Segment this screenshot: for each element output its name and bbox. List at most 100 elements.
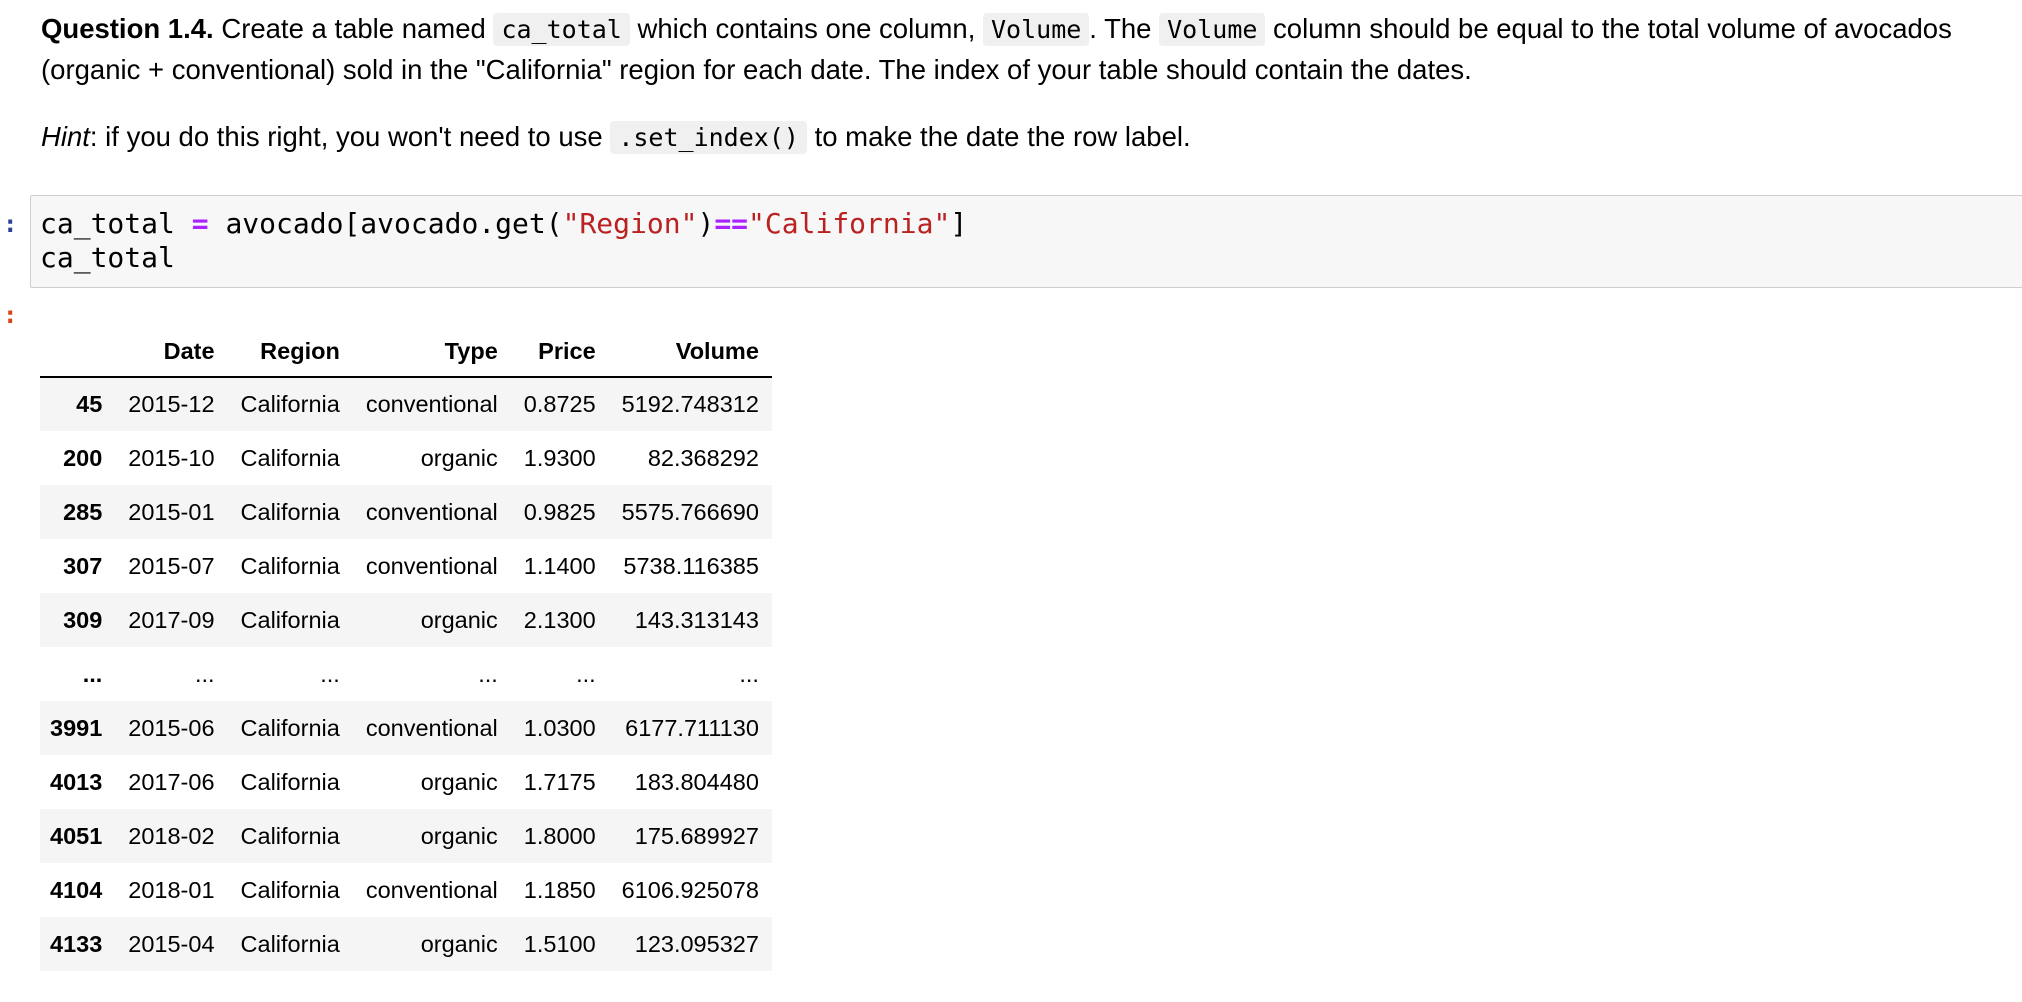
cell-price: 2.1300 <box>523 606 596 633</box>
column-header-region: Region <box>227 326 353 378</box>
table-row: 4133 2015-04 California organic 1.5100 123.09… <box>40 917 772 971</box>
table-row: 285 2015-01 California conventional 0.9825 55… <box>40 485 772 539</box>
code-token-string: "Region" <box>562 207 698 240</box>
question-label: Question 1.4. <box>41 13 214 44</box>
cell-region: California <box>240 768 340 795</box>
cell-price: 1.5100 <box>523 930 596 957</box>
inline-code-set-index: .set_index() <box>610 121 807 154</box>
cell-volume: 143.313143 <box>634 606 759 633</box>
cell-date: 2015-12 <box>128 391 215 417</box>
cell-region: California <box>240 498 340 525</box>
cell-region: ... <box>320 660 340 687</box>
cell-type: organic <box>420 768 498 795</box>
markdown-cell: Question 1.4. Create a table named ca_to… <box>41 0 2001 158</box>
cell-region: California <box>240 876 340 903</box>
output-prompt: : <box>3 301 18 329</box>
cell-volume: 5575.766690 <box>621 498 759 525</box>
question-text: Question 1.4. Create a table named ca_to… <box>41 13 1952 85</box>
code-token-obj: avocado[avocado.get( <box>225 207 563 240</box>
cell-date: 2018-02 <box>128 822 215 849</box>
cell-type: conventional <box>365 552 498 579</box>
row-index: 45 <box>76 391 103 417</box>
cell-date: 2015-01 <box>128 498 215 525</box>
cell-volume: 82.368292 <box>647 444 759 471</box>
cell-price: 1.1400 <box>523 552 596 579</box>
hint-text: Hint: if you do this right, you won't ne… <box>41 121 1191 154</box>
cell-region: California <box>240 714 340 741</box>
cell-region: California <box>240 444 340 471</box>
code-cell-input[interactable]: ca_total = avocado[avocado.get("Region")… <box>30 195 2022 288</box>
cell-region: California <box>240 552 340 579</box>
column-header-type: Type <box>352 326 511 378</box>
table-row: 45 2015-12 California conventional 0.8725 519… <box>40 377 772 431</box>
cell-region: California <box>240 930 340 957</box>
column-header-price: Price <box>510 326 609 378</box>
row-index: 285 <box>63 498 103 525</box>
input-prompt: : <box>3 210 18 238</box>
row-index: ... <box>82 660 103 687</box>
inline-code-volume: Volume <box>1159 13 1266 46</box>
cell-price: 1.8000 <box>523 822 596 849</box>
row-index: 3991 <box>50 714 103 741</box>
table-row: 4013 2017-06 California organic 1.7175 183.80… <box>40 755 772 809</box>
inline-code-ca-total: ca_total <box>493 13 630 46</box>
code-token-assign: = <box>191 207 209 240</box>
table-row: 3991 2015-06 California conventional 1.0300 6… <box>40 701 772 755</box>
cell-date: 2015-07 <box>128 552 215 579</box>
code-token-string: "California" <box>748 207 951 240</box>
cell-price: 1.7175 <box>523 768 596 795</box>
code-token-var: ca_total <box>40 207 175 240</box>
table-row: 200 2015-10 California organic 1.9300 82.3682… <box>40 431 772 485</box>
cell-volume: ... <box>739 660 759 687</box>
cell-volume: 6177.711130 <box>625 714 759 741</box>
table-row: 307 2015-07 California conventional 1.1400 57… <box>40 539 772 593</box>
cell-volume: 175.689927 <box>634 822 759 849</box>
cell-price: 0.9825 <box>523 498 596 525</box>
cell-date: ... <box>194 660 215 687</box>
table-row: 4051 2018-02 California organic 1.8000 175.68… <box>40 809 772 863</box>
cell-type: ... <box>478 660 498 687</box>
column-header-date: Date <box>115 326 228 378</box>
column-header-volume: Volume <box>608 326 772 378</box>
cell-date: 2017-09 <box>128 606 215 633</box>
code-line-2: ca_total <box>40 241 175 274</box>
table-row: 309 2017-09 California organic 2.1300 143.313… <box>40 593 772 647</box>
table-header-row: Date Region Type Price Volume <box>40 326 772 378</box>
cell-region: California <box>240 391 340 417</box>
cell-volume: 6106.925078 <box>621 876 759 903</box>
table-row: .................. <box>40 647 772 701</box>
cell-date: 2015-06 <box>128 714 215 741</box>
row-index: 309 <box>63 606 103 633</box>
code-token-eq: == <box>714 207 749 240</box>
cell-price: 1.9300 <box>523 444 596 471</box>
cell-type: conventional <box>365 391 498 417</box>
cell-date: 2015-04 <box>128 930 215 957</box>
cell-type: organic <box>420 444 498 471</box>
cell-price: 1.1850 <box>523 876 596 903</box>
column-header-index <box>40 326 116 378</box>
row-index: 307 <box>63 552 103 579</box>
inline-code-volume: Volume <box>982 13 1090 46</box>
table-row: 4104 2018-01 California conventional 1.1850 6… <box>40 863 772 917</box>
dataframe-output: Date Region Type Price Volume 45 2015-12 C… <box>40 326 772 971</box>
cell-type: organic <box>420 606 498 633</box>
cell-type: conventional <box>365 498 498 525</box>
cell-volume: 5192.748312 <box>621 391 759 417</box>
cell-price: ... <box>576 660 596 687</box>
cell-type: organic <box>420 930 498 957</box>
hint-label: Hint <box>41 121 90 152</box>
table-body: 45 2015-12 California conventional 0.8725 519… <box>40 377 772 971</box>
cell-price: 0.8725 <box>523 391 596 417</box>
row-index: 4051 <box>50 822 103 849</box>
cell-volume: 5738.116385 <box>623 552 759 579</box>
cell-volume: 123.095327 <box>634 930 759 957</box>
cell-region: California <box>240 606 340 633</box>
code-editor[interactable]: ca_total = avocado[avocado.get("Region")… <box>31 196 2022 275</box>
row-index: 4133 <box>50 930 103 957</box>
cell-date: 2015-10 <box>128 444 215 471</box>
cell-volume: 183.804480 <box>634 768 759 795</box>
cell-type: conventional <box>365 876 498 903</box>
cell-type: organic <box>420 822 498 849</box>
cell-date: 2018-01 <box>128 876 215 903</box>
row-index: 4013 <box>50 768 103 795</box>
